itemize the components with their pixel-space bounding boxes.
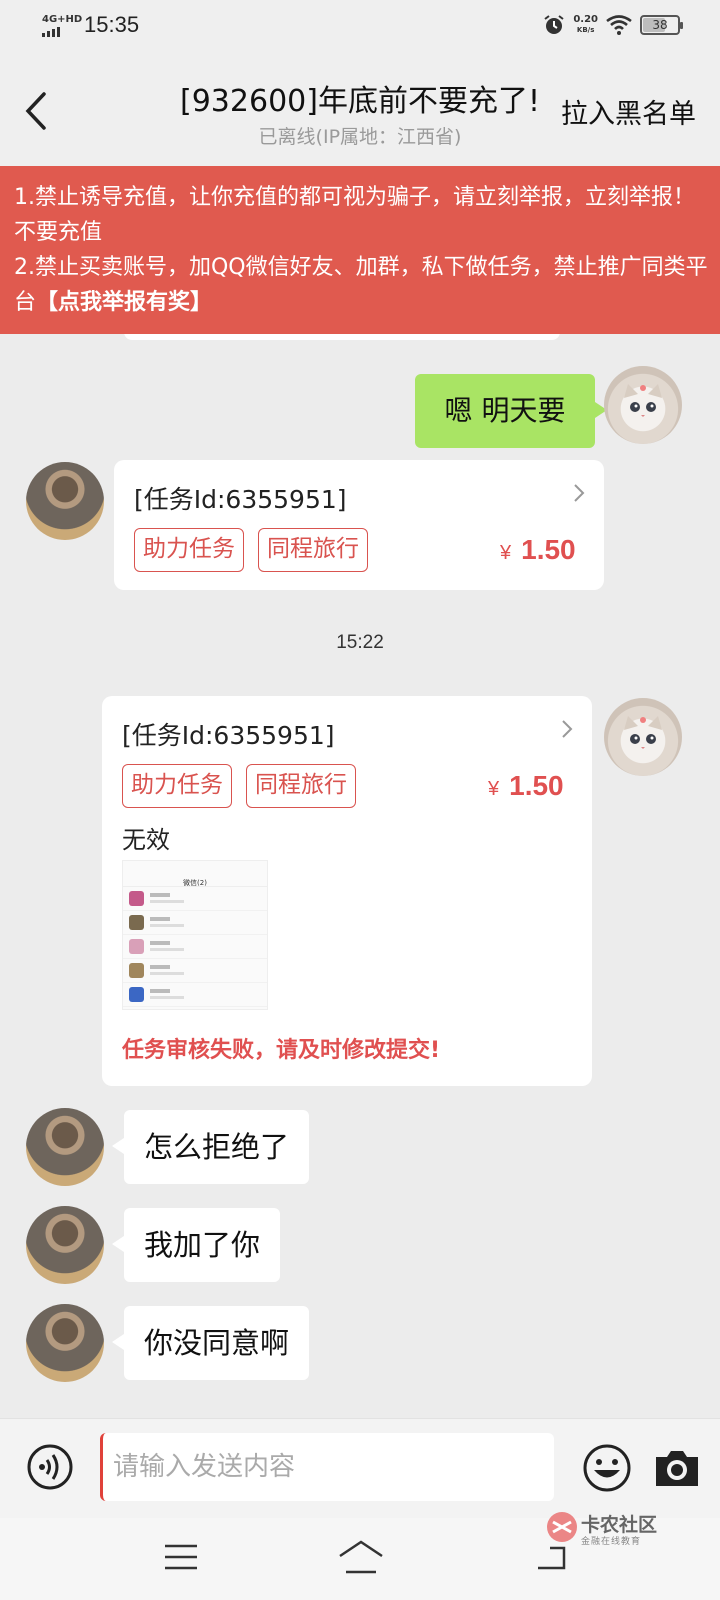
task-tag: 助力任务 <box>122 764 232 808</box>
contact-message-bubble[interactable]: 怎么拒绝了 <box>111 1110 310 1184</box>
warning-line-1: 1.禁止诱导充值，让你充值的都可视为骗子，请立刻举报，立刻举报！不要充值 <box>14 185 695 245</box>
contact-avatar[interactable] <box>26 1304 104 1382</box>
task-id: [任务Id:6355951] <box>134 485 347 514</box>
alarm-icon <box>544 15 564 34</box>
status-time: 15:35 <box>84 12 140 37</box>
watermark-logo-icon <box>547 1512 577 1542</box>
voice-icon[interactable] <box>26 1443 74 1491</box>
screenshot-thumbnail[interactable]: 微信(2) <box>122 860 268 1010</box>
message-input[interactable]: 请输入发送内容 <box>100 1433 554 1501</box>
signal-icon: 4G+HD <box>42 14 82 37</box>
chevron-right-icon <box>574 484 585 502</box>
task-tag: 同程旅行 <box>246 764 356 808</box>
my-avatar[interactable] <box>604 366 682 444</box>
wifi-icon <box>606 15 632 35</box>
watermark-subtitle: 金融在线教育 <box>581 1537 642 1547</box>
emoji-icon[interactable] <box>582 1443 632 1493</box>
task-tag: 助力任务 <box>134 528 244 572</box>
warning-banner: 1.禁止诱导充值，让你充值的都可视为骗子，请立刻举报，立刻举报！不要充值 2.禁… <box>0 166 720 334</box>
thumbnail-header: 微信(2) <box>123 861 267 887</box>
chat-header: [932600]年底前不要充了! 已离线(IP属地：江西省) 拉入黑名单 <box>0 56 720 166</box>
contact-message-bubble[interactable]: 我加了你 <box>111 1208 281 1282</box>
watermark: 卡农社区 金融在线教育 <box>545 1510 675 1550</box>
task-card[interactable]: [任务Id:6355951] 助力任务 同程旅行 ¥1.50 <box>114 460 604 590</box>
cat-icon <box>624 716 662 749</box>
contact-avatar[interactable] <box>26 462 104 540</box>
chevron-right-icon <box>562 720 573 738</box>
task-id: [任务Id:6355951] <box>122 721 335 750</box>
camera-icon[interactable] <box>652 1447 702 1489</box>
report-link[interactable]: 【点我举报有奖】 <box>36 290 212 315</box>
task-price: ¥1.50 <box>500 534 576 565</box>
menu-icon[interactable] <box>163 1542 199 1572</box>
battery-level: 38 <box>652 18 668 32</box>
network-type: 4G+HD <box>42 14 83 25</box>
status-bar: 4G+HD 15:35 0.20 KB/s 38 <box>0 0 720 56</box>
task-tag: 同程旅行 <box>258 528 368 572</box>
task-card-review[interactable]: [任务Id:6355951] 助力任务 同程旅行 ¥1.50 无效 微信(2) … <box>102 696 592 1086</box>
contact-message-bubble[interactable]: 你没同意啊 <box>111 1306 310 1380</box>
contact-avatar[interactable] <box>26 1206 104 1284</box>
message-timestamp: 15:22 <box>336 632 384 653</box>
blacklist-button[interactable]: 拉入黑名单 <box>561 92 696 131</box>
warning-line-2: 2.禁止买卖账号，加QQ微信好友、加群，私下做任务，禁止推广同类平台【点我举报有… <box>14 255 708 315</box>
message-input-bar: 请输入发送内容 <box>0 1418 720 1518</box>
review-status: 任务审核失败，请及时修改提交! <box>122 1038 441 1063</box>
contact-avatar[interactable] <box>26 1108 104 1186</box>
cat-icon <box>624 384 662 417</box>
watermark-name: 卡农社区 <box>581 1514 658 1536</box>
my-message-bubble[interactable]: 嗯 明天要 <box>415 374 607 448</box>
task-price: ¥1.50 <box>488 770 564 801</box>
battery-icon: 38 <box>640 15 683 35</box>
network-speed: 0.20 KB/s <box>573 14 598 35</box>
chat-area[interactable]: 嗯 明天要 [任务Id:6355951] 助力任务 同程旅行 ¥1.50 15:… <box>0 334 720 1418</box>
my-avatar[interactable] <box>604 698 682 776</box>
review-note: 无效 <box>122 826 170 854</box>
home-icon[interactable] <box>336 1536 386 1576</box>
previous-message-edge <box>124 334 560 340</box>
